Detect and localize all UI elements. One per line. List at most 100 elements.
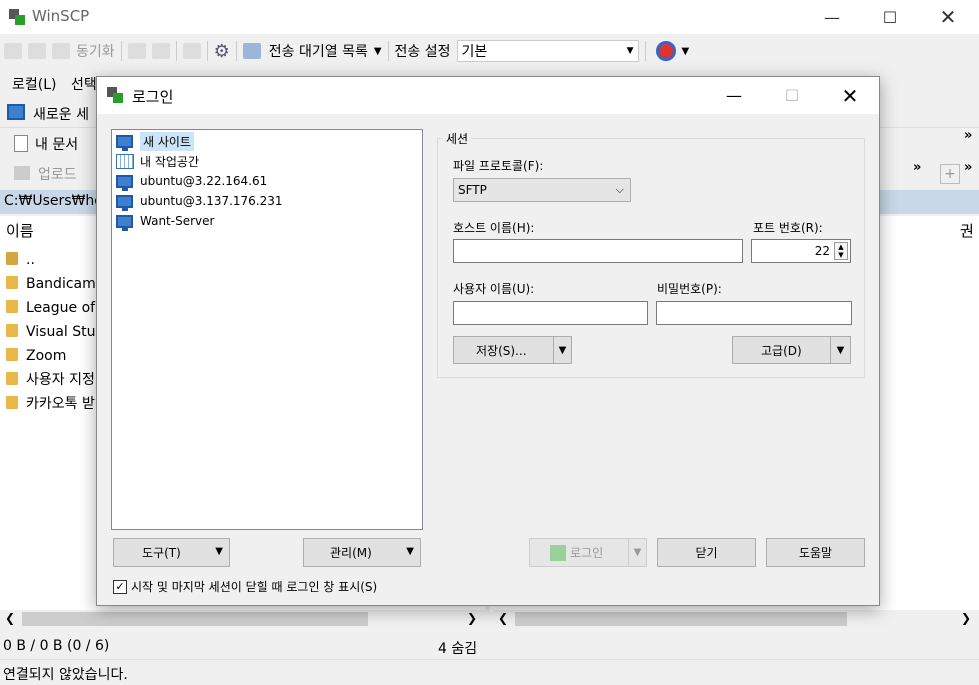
folder-icon [6,372,18,385]
parent-folder-icon [6,252,18,265]
transfer-preset-value: 기본 [461,44,488,60]
tree-item-site[interactable]: ubuntu@3.137.176.231 [112,191,422,211]
protocol-select[interactable]: SFTP ⌵ [453,178,631,202]
terminal-icon[interactable] [182,43,201,59]
list-item[interactable]: Bandicam [6,272,96,296]
close-window-button[interactable]: ✕ [919,0,977,34]
close-button[interactable]: 닫기 [657,538,756,567]
list-item[interactable]: 사용자 지정 [6,368,96,392]
computer-icon [116,214,133,231]
local-file-list: .. Bandicam League of Visual Stu Zoom 사용… [6,248,96,416]
session-group-label: 세션 [443,130,472,147]
new-site-icon [116,134,133,151]
gear-icon[interactable]: ⚙ [214,41,230,62]
more-icon[interactable]: » [964,128,972,143]
password-input[interactable] [656,301,852,325]
help-button[interactable]: 도움말 [766,538,865,567]
folder-icon [6,348,18,361]
login-dialog: 로그인 — ☐ ✕ 새 사이트 내 작업공간 ubuntu@3.22.164.6… [96,76,880,606]
password-label: 비밀번호(P): [657,282,722,296]
menu-local[interactable]: 로컬(L) [12,74,56,94]
chevron-down-icon: ▼ [626,46,634,56]
scrollbar-thumb[interactable] [22,612,368,626]
new-session-tab[interactable]: 새로운 세 [33,104,89,124]
local-horizontal-scrollbar[interactable]: ❮ ❯ [0,610,485,628]
site-tree[interactable]: 새 사이트 내 작업공간 ubuntu@3.22.164.61 ubuntu@3… [111,129,423,530]
list-item[interactable]: Zoom [6,344,96,368]
login-button[interactable]: 로그인 ▼ [529,538,647,567]
upload-icon[interactable] [14,166,30,180]
scroll-right-icon[interactable]: ❯ [961,611,971,625]
scroll-left-icon[interactable]: ❮ [5,611,15,625]
transfer-size-status: 0 B / 0 B (0 / 6) [3,638,110,654]
scroll-right-icon[interactable]: ❯ [467,611,477,625]
dialog-minimize-button[interactable]: — [705,77,763,114]
new-file-icon[interactable]: + [940,164,960,184]
dialog-maximize-button[interactable]: ☐ [763,77,821,114]
show-on-startup-checkbox[interactable]: ✓ [113,579,127,594]
tree-item-site[interactable]: ubuntu@3.22.164.61 [112,171,422,191]
sync-icon[interactable] [52,43,70,59]
tree-item-site[interactable]: Want-Server [112,211,422,231]
column-rights-header[interactable]: 권 [960,220,974,241]
main-title-bar: WinSCP — ☐ ✕ [0,0,979,34]
chevron-down-icon[interactable]: ▼ [553,337,571,363]
remote-horizontal-scrollbar[interactable]: ❮ ❯ [493,610,979,628]
toolbar-separator [235,41,237,61]
host-label: 호스트 이름(H): [453,221,535,235]
list-item[interactable]: 카카오톡 받 [6,392,96,416]
my-documents-combo[interactable]: 내 문서 [35,134,78,154]
folder-icon [6,396,18,409]
transfer-preset-select[interactable]: 기본 ▼ [456,40,639,62]
local-path[interactable]: C:₩Users₩hor [4,193,109,209]
upload-button[interactable]: 업로드 [38,164,77,184]
more-icon[interactable]: » [964,160,972,175]
port-input[interactable]: 22 ▲ ▼ [751,239,851,263]
tree-item-new-site[interactable]: 새 사이트 [112,131,422,151]
scroll-left-icon[interactable]: ❮ [498,611,508,625]
console-icon[interactable] [127,43,146,59]
list-item[interactable]: Visual Stu [6,320,96,344]
minimize-button[interactable]: — [803,0,861,34]
reconnect-icon[interactable] [655,41,676,61]
list-item[interactable]: .. [6,248,96,272]
queue-icon[interactable] [242,43,261,59]
explore-icon[interactable] [28,43,46,59]
manage-button[interactable]: 관리(M) ▼ [303,538,421,567]
chevron-down-icon[interactable]: ▼ [682,46,690,57]
sync-label[interactable]: 동기화 [76,41,115,61]
folder-icon [6,300,18,313]
toolbar-separator [120,41,122,61]
queue-list-button[interactable]: 전송 대기열 목록 [269,41,368,61]
main-toolbar: 동기화 ⚙ 전송 대기열 목록 ▼ 전송 설정 기본 ▼ ▼ [0,36,979,66]
computer-icon [116,174,133,191]
chevron-down-icon[interactable]: ▼ [830,337,850,363]
tools-button[interactable]: 도구(T) ▼ [113,538,230,567]
chevron-down-icon: ▼ [406,546,414,557]
transfer-settings-label: 전송 설정 [394,44,451,60]
new-session-icon[interactable] [7,104,25,120]
chevron-down-icon[interactable]: ▼ [374,46,382,57]
protocol-label: 파일 프로토콜(F): [453,159,544,173]
scrollbar-thumb[interactable] [515,612,847,626]
chevron-down-icon[interactable]: ▼ [628,539,646,566]
toolbar-separator [644,41,646,61]
host-input[interactable] [453,239,743,263]
tree-item-workspace[interactable]: 내 작업공간 [112,151,422,171]
list-item[interactable]: League of [6,296,96,320]
port-label: 포트 번호(R): [753,221,823,235]
column-name-header[interactable]: 이름 [6,220,34,241]
advanced-button[interactable]: 고급(D) ▼ [732,336,851,364]
port-spinner[interactable]: ▲ ▼ [834,242,848,260]
username-input[interactable] [453,301,648,325]
compare-icon[interactable] [4,43,22,59]
save-button[interactable]: 저장(S)... ▼ [453,336,572,364]
more-icon[interactable]: » [913,160,921,175]
show-on-startup-option[interactable]: ✓ 시작 및 마지막 세션이 닫힐 때 로그인 창 표시(S) [113,578,377,595]
menu-select[interactable]: 선택 [71,74,97,94]
status-bar: 연결되지 않았습니다. [0,659,979,685]
maximize-button[interactable]: ☐ [861,0,919,34]
dialog-close-button[interactable]: ✕ [821,77,879,114]
duplicate-icon[interactable] [151,43,170,59]
port-value: 22 [814,244,830,258]
